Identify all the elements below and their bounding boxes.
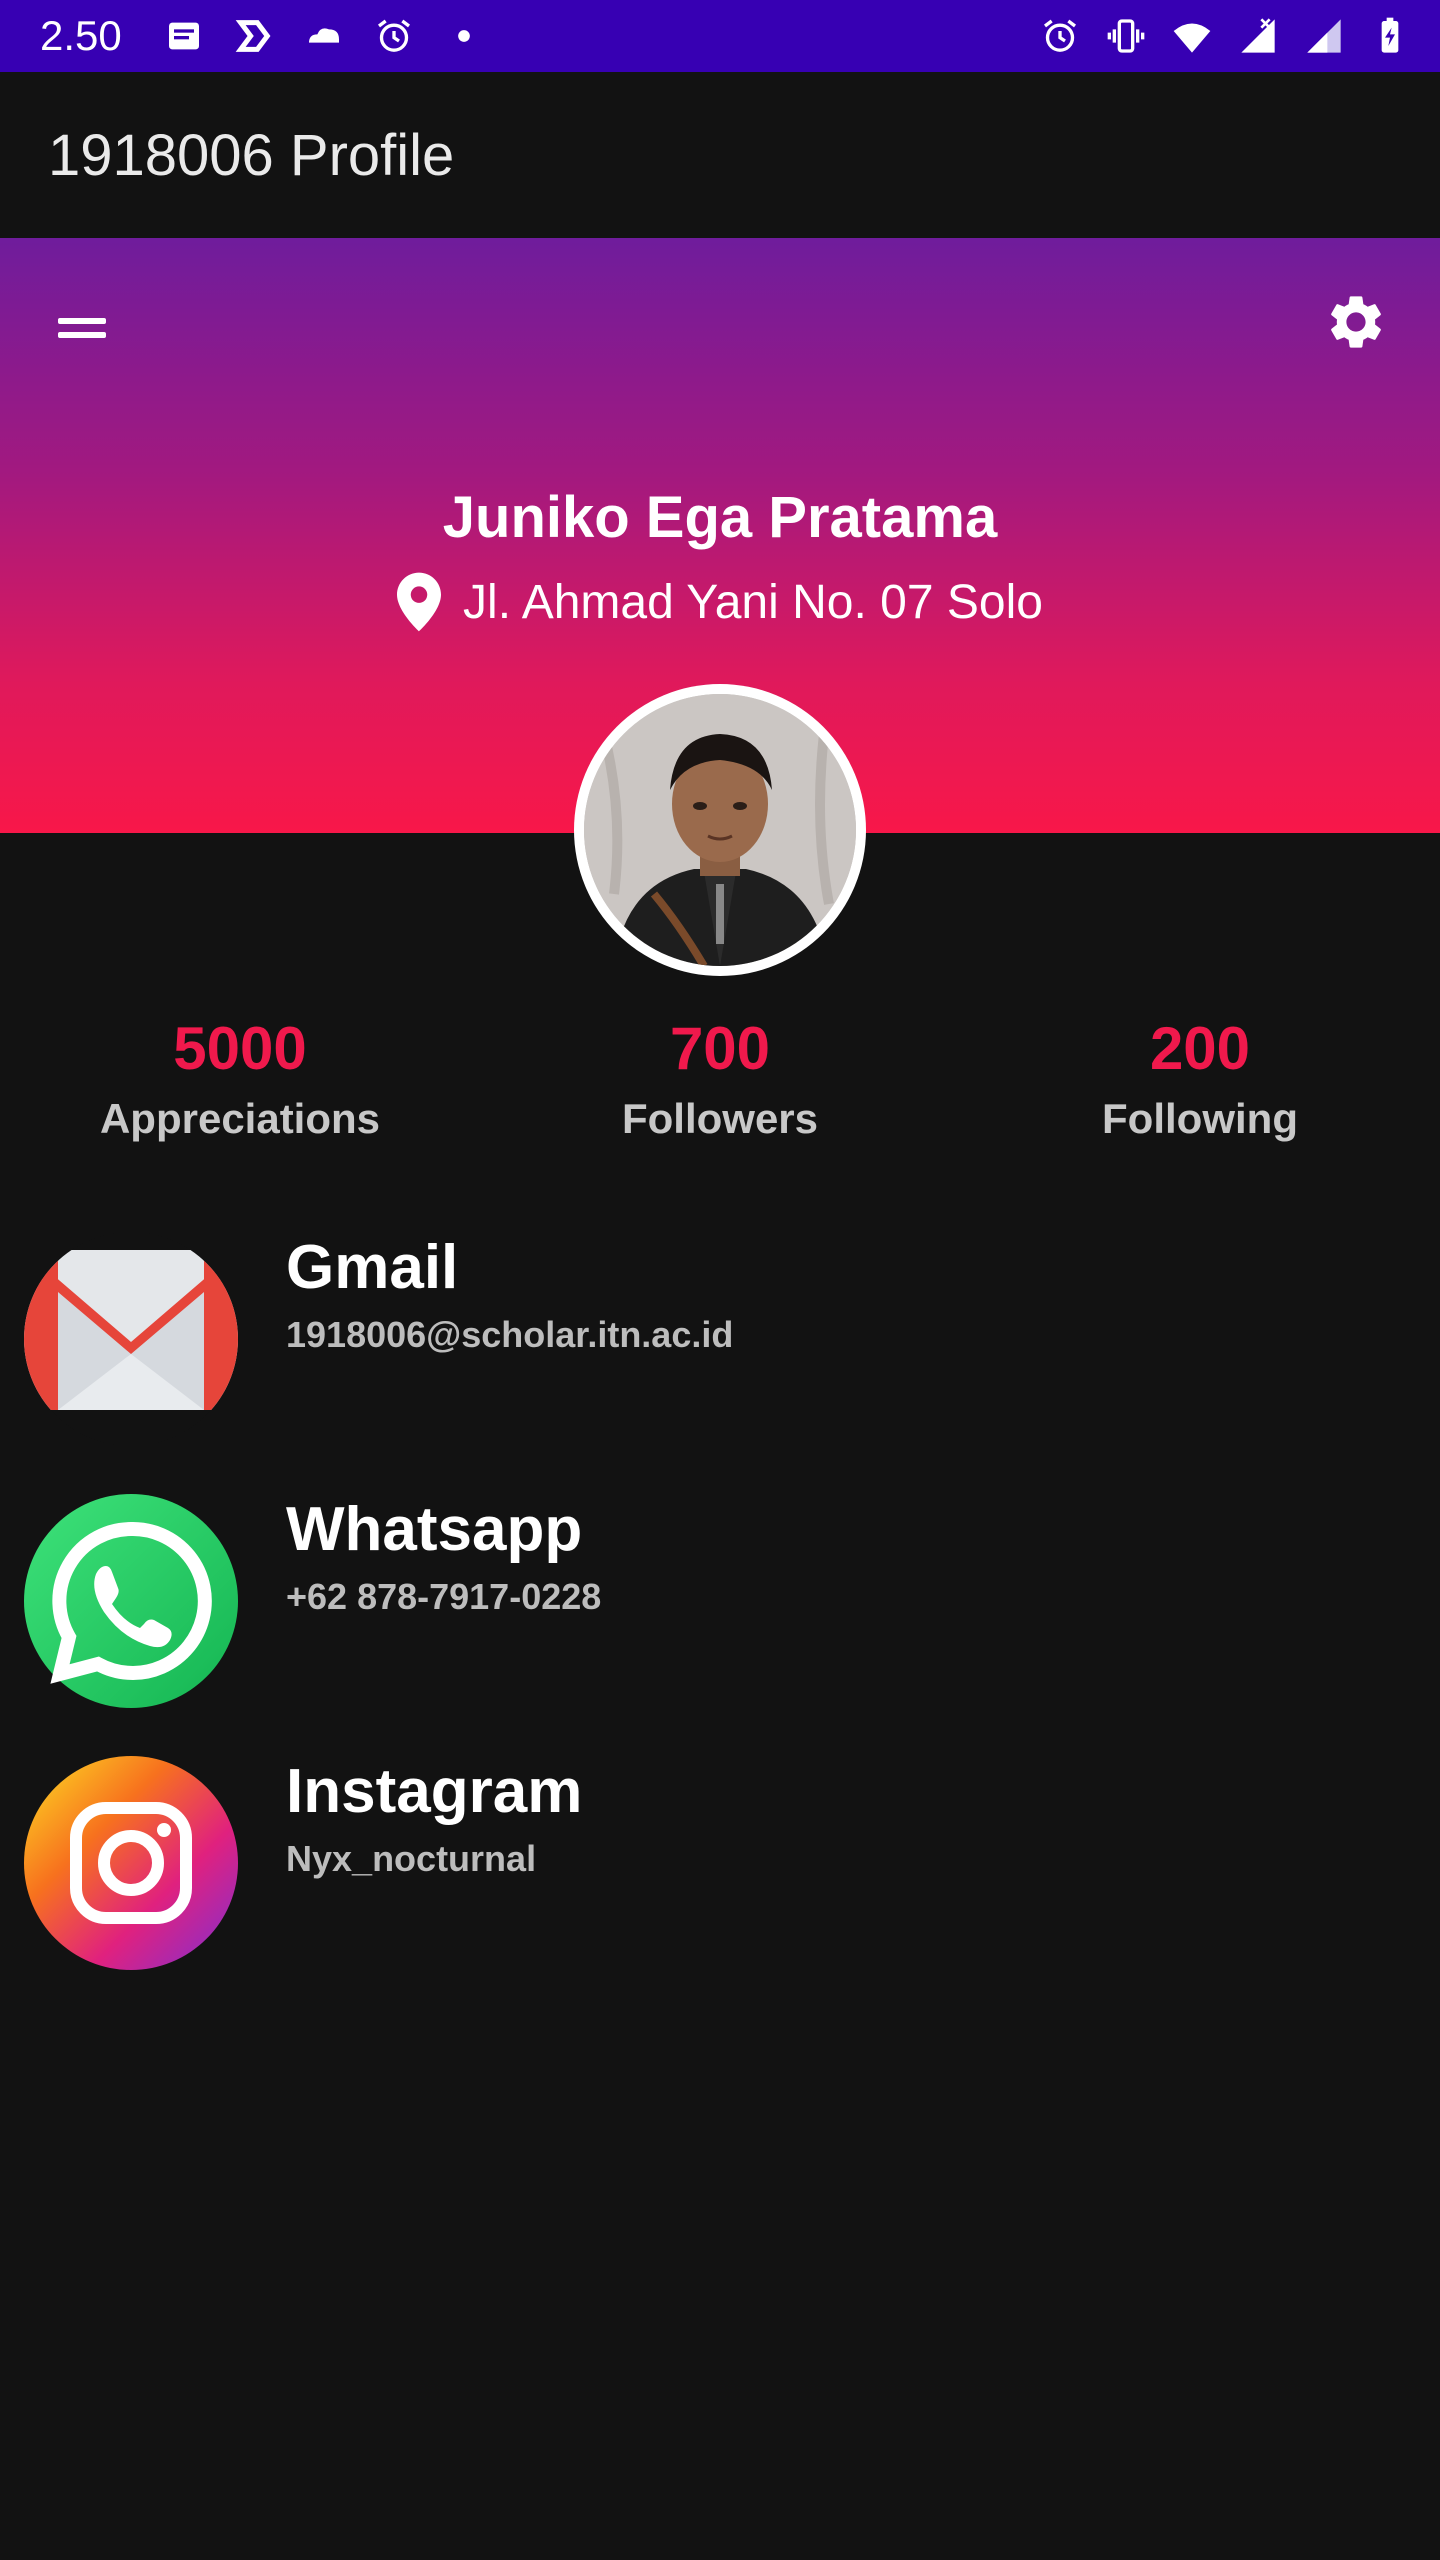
contact-subtitle: +62 878-7917-0228 [286, 1576, 602, 1617]
stat-label: Appreciations [99, 1095, 381, 1142]
stat-value: 700 [669, 1015, 771, 1082]
contact-subtitle: Nyx_nocturnal [286, 1838, 537, 1879]
contact-title: Whatsapp [286, 1495, 583, 1564]
contact-title: Gmail [286, 1233, 459, 1302]
signal-icon [1302, 14, 1346, 58]
signal-icon [1236, 14, 1280, 58]
gear-icon[interactable] [1324, 290, 1388, 354]
avatar[interactable] [574, 684, 866, 976]
app-icon [232, 14, 276, 58]
profile-name: Juniko Ega Pratama [442, 485, 998, 550]
instagram-icon [24, 1756, 238, 1970]
status-left-icons [162, 14, 486, 58]
app-bar: 1918006 Profile [0, 72, 1440, 238]
contact-instagram[interactable]: Instagram Nyx_nocturnal [0, 1756, 1440, 1976]
status-time: 2.50 [40, 12, 122, 59]
alarm-icon [1038, 14, 1082, 58]
stat-followers[interactable]: 700 Followers [480, 1014, 960, 1143]
message-icon [162, 14, 206, 58]
contact-subtitle: 1918006@scholar.itn.ac.id [286, 1314, 734, 1355]
address-text: Jl. Ahmad Yani No. 07 Solo [463, 575, 1043, 629]
stat-label: Following [1102, 1095, 1298, 1142]
stat-value: 200 [1149, 1015, 1251, 1082]
app-bar-title: 1918006 Profile [48, 123, 455, 188]
whatsapp-icon [24, 1494, 238, 1708]
vibrate-icon [1104, 14, 1148, 58]
stat-label: Followers [621, 1095, 819, 1142]
contact-whatsapp[interactable]: Whatsapp +62 878-7917-0228 [0, 1494, 1440, 1714]
avatar-photo [584, 694, 856, 966]
contact-title: Instagram [286, 1757, 583, 1826]
gmail-icon [24, 1232, 238, 1446]
status-bar: 2.50 [0, 0, 1440, 72]
status-right-icons [1038, 12, 1412, 60]
battery-icon [1368, 14, 1412, 58]
stat-appreciations[interactable]: 5000 Appreciations [0, 1014, 480, 1143]
location-pin-icon [397, 572, 442, 632]
stats-row: 5000 Appreciations 700 Followers 200 Fol… [0, 1014, 1440, 1154]
stat-following[interactable]: 200 Following [960, 1014, 1440, 1143]
alarm-icon [372, 14, 416, 58]
menu-icon[interactable] [56, 310, 110, 350]
stat-value: 5000 [173, 1015, 307, 1082]
contact-gmail[interactable]: Gmail 1918006@scholar.itn.ac.id [0, 1232, 1440, 1452]
address-row: Jl. Ahmad Yani No. 07 Solo [0, 572, 1440, 632]
dot-icon [442, 14, 486, 58]
cloud-icon [302, 14, 346, 58]
wifi-icon [1170, 14, 1214, 58]
